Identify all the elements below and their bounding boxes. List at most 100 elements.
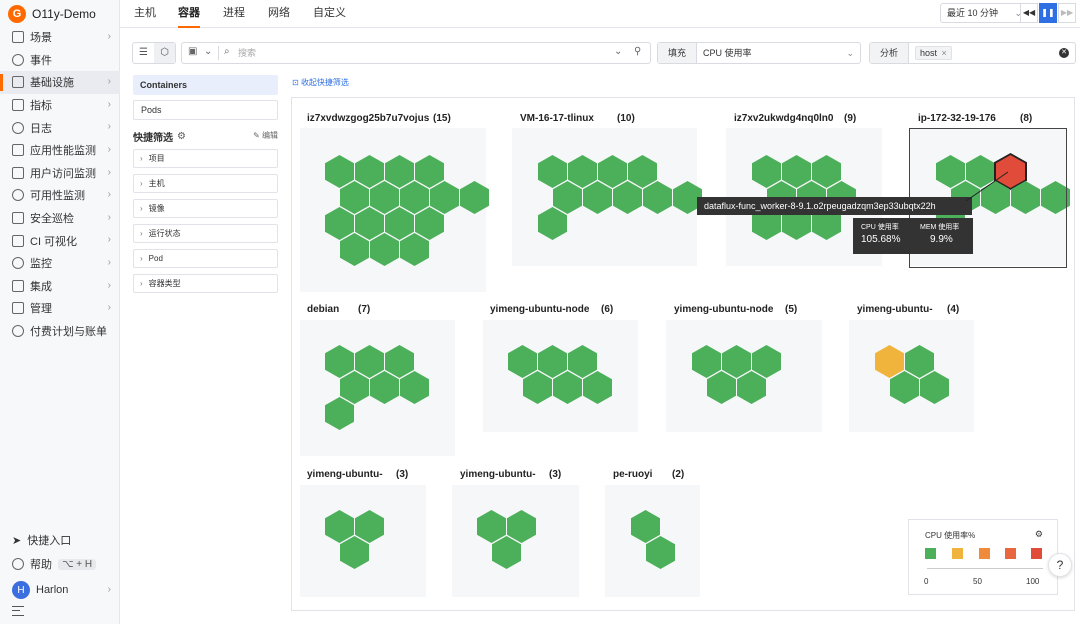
sidebar-item-label: 基础设施 [30,77,74,90]
containers-tab[interactable]: Containers [133,75,278,95]
gear-icon[interactable]: ⚙ [177,131,186,142]
sidebar-item-label: CI 可视化 [30,235,78,248]
fill-metric: CPU 使用率 [703,48,752,58]
group-count: (7) [358,304,371,315]
facet-item[interactable]: › 容器类型 [133,274,278,293]
workspace-name: O11y-Demo [32,7,96,21]
help-icon [12,558,24,570]
sidebar-item[interactable]: 安全巡检 › [0,207,120,230]
tooltip-cpu-label: CPU 使用率 [861,224,899,231]
chevron-right-icon: › [107,256,111,268]
nav-icon [12,257,24,270]
nav-icon [12,121,24,134]
time-range-value: 最近 10 分钟 [947,8,999,18]
tab-custom[interactable]: 自定义 [313,0,346,28]
chevron-down-icon[interactable]: ⌄ [614,46,622,57]
sidebar-item-label: 监控 [30,258,52,271]
sidebar-item[interactable]: CI 可视化 › [0,229,120,252]
search-icon: ⌕ [224,46,230,57]
group-count: (15) [433,113,451,124]
fill-value: CPU 使用率 ⌄ [697,43,860,63]
group-title: debian [307,304,340,315]
filter-settings-icon[interactable]: ⚲ [634,46,641,57]
sidebar-item[interactable]: 指标 › [0,94,120,117]
analysis-label: 分析 [870,43,910,63]
pods-tab[interactable]: Pods [133,100,278,120]
analysis-tag-label: host [920,48,938,58]
tab-processes[interactable]: 进程 [223,0,245,28]
facet-item[interactable]: › Pod [133,249,278,268]
user-menu-button[interactable]: H Harlon › [0,576,120,604]
group-count: (9) [844,113,857,124]
facet-list: › 项目 › 主机 › 镜像 › 运行状态 › Pod › 容器类型 [133,149,278,293]
collapse-sidebar-icon[interactable] [12,606,24,616]
remove-tag-icon[interactable]: × [942,48,947,58]
sidebar-item-label: 管理 [30,303,52,316]
sidebar-item-label: 场景 [30,32,52,45]
help-label: 帮助 [30,559,52,571]
edit-filter-button[interactable]: ✎ 编辑 [253,130,278,141]
legend-title: CPU 使用率% [925,531,976,540]
sidebar-item[interactable]: 可用性监测 › [0,184,120,207]
chevron-right-icon: › [107,189,111,201]
chevron-right-icon: › [140,229,143,238]
sidebar-item[interactable]: 应用性能监测 › [0,139,120,162]
tab-containers[interactable]: 容器 [178,0,200,28]
collapse-quick-filter-link[interactable]: ⊡ 收起快捷筛选 [292,77,349,88]
chevron-down-icon[interactable]: ⌄ [204,46,212,57]
help-float-button[interactable]: ? [1048,553,1072,577]
clear-icon[interactable]: ✕ [1059,48,1069,58]
list-view-icon[interactable]: ☰ [133,43,154,63]
view-toggle: ☰ ⬡ [132,42,176,64]
chevron-right-icon: › [107,31,111,42]
fill-select[interactable]: 填充 CPU 使用率 ⌄ [657,42,861,64]
quick-entry-button[interactable]: ➤ 快捷入口 [0,528,120,552]
pause-button[interactable]: ❚❚ [1039,3,1057,23]
group-title: yimeng-ubuntu-node [674,304,774,315]
legend-swatch [1031,548,1042,559]
tab-hosts[interactable]: 主机 [134,0,156,28]
analysis-select[interactable]: 分析 host × ✕ [869,42,1076,64]
sidebar-item-label: 付费计划与账单 [30,326,107,339]
chevron-right-icon: › [107,302,111,314]
sidebar-item[interactable]: 事件 [0,49,120,72]
avatar: H [12,581,30,599]
facet-label: 主机 [148,179,165,188]
analysis-tag: host × [915,46,952,60]
gear-icon[interactable]: ⚙ [1035,529,1043,540]
chevron-right-icon: › [140,154,143,163]
group-count: (3) [549,469,562,480]
help-menu-button[interactable]: 帮助 ⌥ + H [0,552,120,576]
legend-axis [927,568,1043,569]
hexmap-view-icon[interactable]: ⬡ [154,43,175,63]
sidebar-item[interactable]: 用户访问监测 › [0,162,120,185]
brand[interactable]: G O11y-Demo [8,4,96,24]
chevron-right-icon: › [107,166,111,178]
legend-tick: 50 [973,577,982,586]
sidebar-item[interactable]: 监控 › [0,252,120,275]
tooltip-cpu-value: 105.68% [861,234,901,245]
sidebar-item[interactable]: 基础设施 › [0,71,120,94]
facet-item[interactable]: › 项目 [133,149,278,168]
chevron-down-icon: ⌄ [846,48,854,58]
sidebar-item[interactable]: 日志 › [0,116,120,139]
save-filter-icon[interactable]: ▣ [188,46,197,57]
facet-item[interactable]: › 主机 [133,174,278,193]
facet-item[interactable]: › 镜像 [133,199,278,218]
time-range-select[interactable]: 最近 10 分钟 ⌄ [940,3,1028,23]
sidebar-item-label: 可用性监测 [30,190,85,203]
sidebar-item[interactable]: 付费计划与账单 [0,320,120,343]
forward-button[interactable]: ▶▶ [1058,3,1076,23]
sidebar-item[interactable]: 场景 › [0,26,120,49]
nav-icon [12,302,24,315]
search-input[interactable] [238,45,598,61]
tab-network[interactable]: 网络 [268,0,290,28]
divider [218,46,219,60]
facet-item[interactable]: › 运行状态 [133,224,278,243]
sidebar-item-label: 用户访问监测 [30,167,96,180]
rewind-button[interactable]: ◀◀ [1020,3,1038,23]
sidebar-item[interactable]: 集成 › [0,275,120,298]
sidebar-item-label: 事件 [30,54,52,67]
sidebar-item[interactable]: 管理 › [0,297,120,320]
chevron-right-icon: › [140,179,143,188]
